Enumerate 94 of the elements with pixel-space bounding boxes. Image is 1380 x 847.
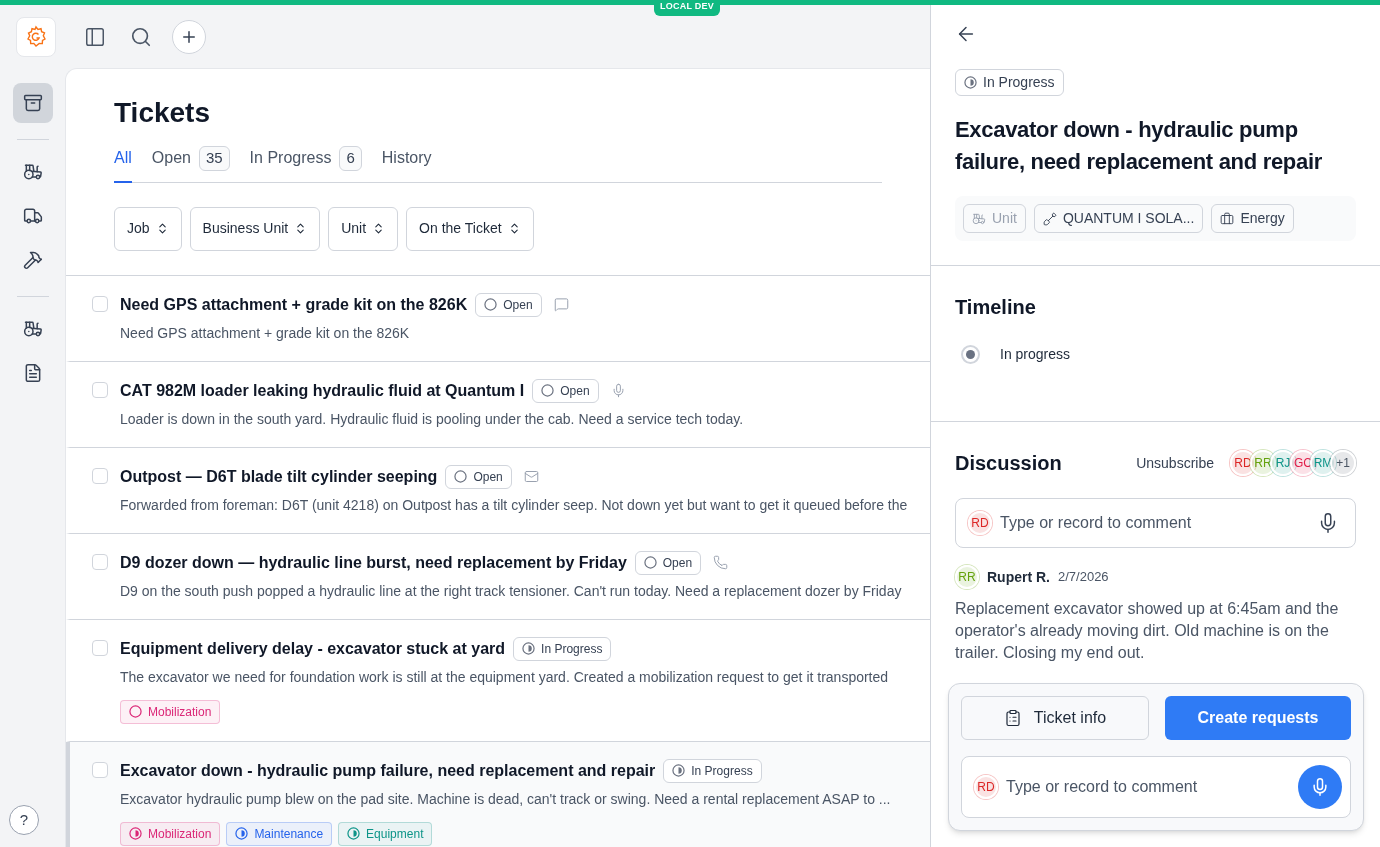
status-badge: In Progress — [663, 758, 762, 783]
open-status-icon — [454, 470, 468, 483]
clipboard-icon — [1003, 709, 1022, 727]
truck-icon — [22, 206, 43, 226]
ticket-title: CAT 982M loader leaking hydraulic fluid at Quantum I — [120, 380, 525, 401]
open-status-icon — [129, 705, 142, 718]
tag: Mobilization — [120, 821, 221, 846]
status-badge: Open — [532, 378, 599, 403]
tab[interactable]: In Progress 6 — [249, 146, 362, 183]
add-button[interactable] — [172, 19, 206, 54]
ticket-row[interactable]: Need GPS attachment + grade kit on the 826K Open Need GPS attachment + grade kit on the 826K — [66, 275, 930, 362]
composer-field[interactable]: RD Type or record to comment — [961, 756, 1351, 818]
ticket-row[interactable]: Outpost — D6T blade tilt cylinder seeping Open Forwarded from foreman: D6T (unit 4218) on Outpost has a tilt cylinder seep. Not down yet but want to get it queued before the — [66, 447, 930, 534]
checkbox[interactable] — [92, 639, 108, 656]
composer-input[interactable]: Type or record to comment — [1006, 775, 1290, 799]
status-badge: Open — [445, 464, 512, 489]
gear-logo-icon[interactable] — [16, 16, 56, 57]
create-requests-button[interactable]: Create requests — [1165, 696, 1351, 740]
avatar: +1 — [1330, 450, 1356, 476]
comment-date: 2/7/2026 — [1058, 568, 1109, 587]
tab[interactable]: All — [114, 146, 132, 183]
half-circle-status-icon — [129, 827, 142, 840]
status-badge: Open — [634, 550, 702, 575]
checkbox[interactable] — [92, 381, 108, 398]
ticket-description: D9 on the south push popped a hydraulic line at the right track tensioner. Can't run today. Need a replacement dozer by Friday — [120, 581, 902, 601]
meta-chip[interactable]: Energy — [1211, 204, 1294, 233]
tag: Mobilization — [120, 699, 221, 724]
ticket-title: D9 dozer down — hydraulic line burst, need replacement by Friday — [120, 552, 627, 573]
ticket-description: The excavator we need for foundation work is still at the equipment yard. Created a mobilization request to get it transported — [120, 667, 889, 687]
filter-dropdown[interactable]: On the Ticket — [406, 206, 534, 251]
ticket-description: Forwarded from foreman: D6T (unit 4218) on Outpost has a tilt cylinder seep. Not down yet but want to get it queued before the — [120, 495, 908, 515]
count-badge: 6 — [339, 146, 362, 171]
sidebar-toggle-icon[interactable] — [84, 25, 106, 48]
status-badge: In Progress — [955, 69, 1064, 96]
briefcase-icon — [1220, 211, 1235, 226]
ticket-description: Need GPS attachment + grade kit on the 826K — [120, 323, 411, 343]
timeline-event: In progress — [1000, 345, 1071, 364]
checkbox[interactable] — [92, 467, 108, 484]
count-badge: 35 — [198, 146, 230, 171]
avatar: RD — [974, 775, 998, 799]
ticket-title: Need GPS attachment + grade kit on the 826K — [120, 294, 468, 315]
ticket-title: Outpost — D6T blade tilt cylinder seeping — [120, 466, 438, 487]
half-circle-status-icon — [522, 642, 536, 655]
status-badge: In Progress — [513, 636, 612, 661]
search-icon[interactable] — [130, 25, 152, 48]
page-title: Tickets — [114, 96, 211, 130]
unsubscribe-link[interactable]: Unsubscribe — [1136, 452, 1214, 474]
half-circle-status-icon — [672, 764, 686, 777]
ticket-row[interactable]: D9 dozer down — hydraulic line burst, need replacement by Friday Open D9 on the south push popped a hydraulic line at the right track tensioner. Can't run today. Need a replacement dozer by Friday — [66, 533, 930, 620]
chat-icon — [553, 297, 569, 312]
environment-badge: LOCAL DEV — [654, 0, 720, 16]
ticket-row[interactable]: CAT 982M loader leaking hydraulic fluid at Quantum I Open Loader is down in the south yard. Hydraulic fluid is pooling under the cab. Need a service tech today. — [66, 361, 930, 448]
comment-input[interactable]: Type or record to comment — [1000, 511, 1309, 535]
filter-dropdown[interactable]: Job — [114, 206, 182, 251]
shovel-icon — [1042, 211, 1057, 226]
section-title: Discussion — [955, 451, 1063, 476]
comment-author: Rupert R. — [987, 567, 1050, 587]
ticket-row[interactable] — [66, 741, 930, 847]
ticket-heading: Excavator down - hydraulic pump failure, need replacement and repair — [955, 116, 1323, 176]
filter-dropdown[interactable]: Unit — [328, 206, 399, 251]
phone-icon — [713, 555, 729, 570]
checkbox[interactable] — [92, 761, 108, 778]
open-status-icon — [484, 298, 498, 311]
microphone-icon — [610, 383, 626, 398]
ticket-description: Loader is down in the south yard. Hydraulic fluid is pooling under the cab. Need a service tech today. — [120, 409, 744, 429]
open-status-icon — [541, 384, 555, 397]
tag: Equipment — [338, 821, 433, 846]
checkbox[interactable] — [92, 553, 108, 570]
filter-dropdown[interactable]: Business Unit — [189, 206, 321, 251]
section-title: Timeline — [955, 295, 1037, 320]
tab[interactable]: Open 35 — [151, 146, 230, 183]
half-circle-status-icon — [964, 76, 977, 89]
checkbox[interactable] — [92, 295, 108, 312]
comment-text: Replacement excavator showed up at 6:45am and the operator's already moving dirt. Old machine is on the trailer. Closing my end out. — [955, 599, 1340, 663]
status-badge: Open — [475, 292, 542, 317]
record-button[interactable] — [1298, 765, 1342, 809]
ticket-info-button[interactable]: Ticket info — [961, 696, 1149, 740]
open-status-icon — [643, 556, 657, 569]
mail-icon — [523, 469, 539, 484]
avatar: RR — [955, 565, 979, 589]
comment-field[interactable]: RD Type or record to comment — [955, 498, 1356, 548]
tag: Maintenance — [226, 821, 333, 846]
ticket-title: Excavator down - hydraulic pump failure, need replacement and repair — [120, 760, 656, 781]
microphone-icon — [1310, 777, 1330, 797]
help-button[interactable]: ? — [9, 805, 39, 835]
meta-chip[interactable]: QUANTUM I SOLA... — [1033, 204, 1204, 233]
ticket-description: Excavator hydraulic pump blew on the pad site. Machine is dead, can't track or swing. Need a rental replacement ASAP to ... — [120, 789, 891, 809]
hammer-icon — [22, 250, 43, 270]
tab[interactable]: History — [381, 146, 432, 183]
avatar: RD — [968, 511, 992, 535]
half-circle-status-icon — [235, 827, 249, 840]
sidebar-item[interactable] — [12, 83, 53, 123]
ticket-title: Equipment delivery delay - excavator stuck at yard — [120, 638, 506, 659]
half-circle-status-icon — [347, 827, 361, 840]
